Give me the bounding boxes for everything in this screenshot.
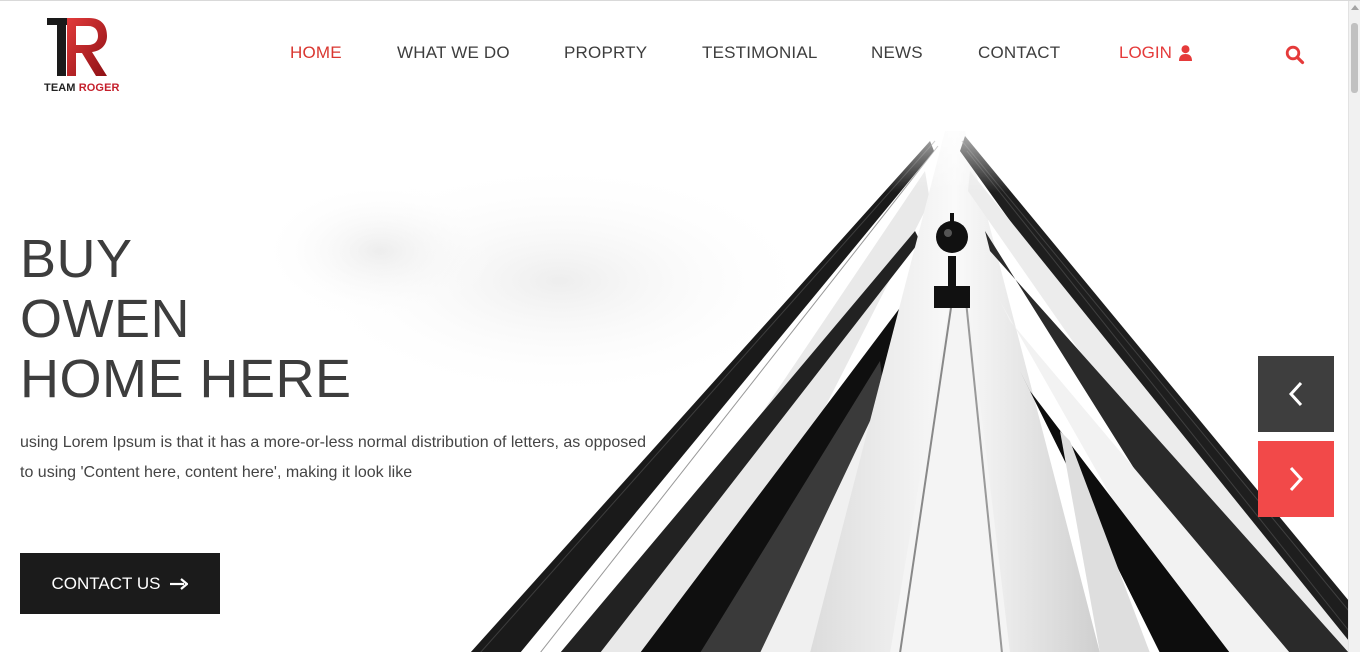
scrollbar-thumb[interactable] [1351, 23, 1358, 93]
brand-logo[interactable]: TEAM ROGER [44, 16, 124, 98]
hero-title-line: OWEN [20, 289, 190, 349]
page-scrollbar[interactable] [1348, 1, 1360, 652]
hero-title: BUY OWEN HOME HERE [20, 229, 352, 409]
slider-next-button[interactable] [1258, 441, 1334, 517]
hero-description: using Lorem Ipsum is that it has a more-… [20, 434, 647, 481]
arrow-right-icon [170, 577, 189, 590]
site-header: TEAM ROGER HOME WHAT WE DO PROPRTY TESTI… [0, 1, 1349, 111]
search-icon [1285, 45, 1305, 65]
page: TEAM ROGER HOME WHAT WE DO PROPRTY TESTI… [0, 0, 1360, 652]
user-icon [1178, 45, 1192, 61]
scroll-up-arrow-icon[interactable] [1351, 5, 1359, 10]
chevron-left-icon [1288, 381, 1303, 407]
slider-prev-button[interactable] [1258, 356, 1334, 432]
nav-item-home[interactable]: HOME [290, 43, 342, 63]
nav-item-property[interactable]: PROPRTY [564, 43, 647, 63]
search-button[interactable] [1285, 45, 1305, 65]
contact-us-label: CONTACT US [51, 573, 161, 593]
chevron-right-icon [1289, 466, 1304, 492]
hero-title-line: HOME HERE [20, 349, 352, 409]
nav-item-testimonial[interactable]: TESTIMONIAL [702, 43, 818, 63]
contact-us-button[interactable]: CONTACT US [20, 553, 220, 614]
nav-item-news[interactable]: NEWS [871, 43, 923, 63]
login-link[interactable]: LOGIN [1119, 43, 1192, 63]
brand-name: TEAM ROGER [44, 82, 120, 94]
tr-monogram-logo [47, 18, 107, 76]
nav-item-what-we-do[interactable]: WHAT WE DO [397, 43, 510, 63]
login-label: LOGIN [1119, 43, 1172, 62]
hero-title-line: BUY [20, 229, 133, 289]
nav-item-contact[interactable]: CONTACT [978, 43, 1060, 63]
